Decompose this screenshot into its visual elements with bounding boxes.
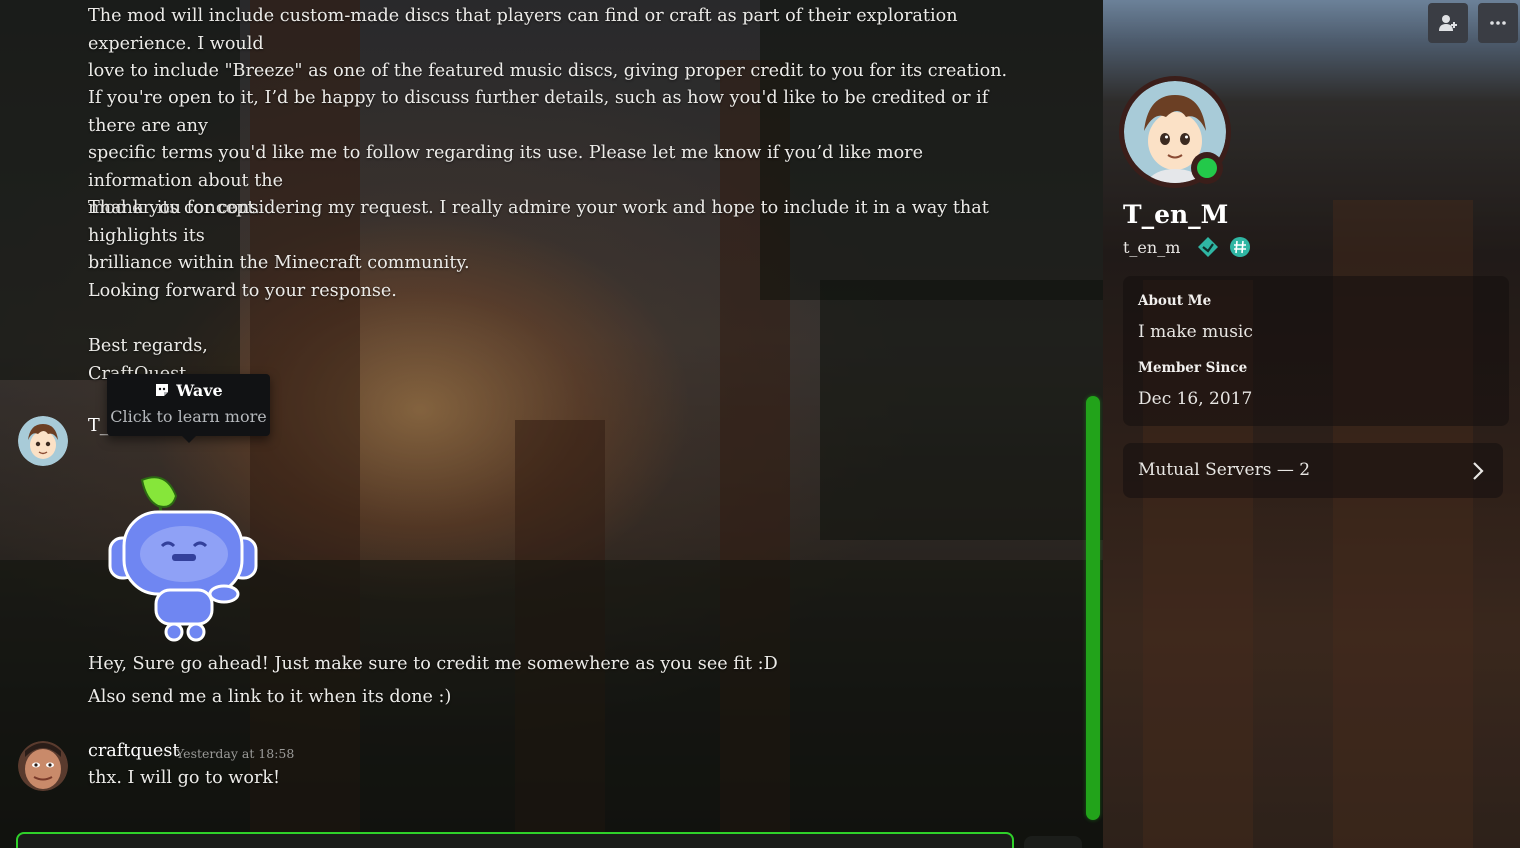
about-me-text: I make music [1138, 322, 1253, 342]
about-card: About Me I make music Member Since Dec 1… [1123, 276, 1509, 426]
chat-scrollbar[interactable] [1086, 396, 1100, 820]
more-options-icon [1490, 21, 1506, 25]
text-line: brilliance within the Minecraft communit… [88, 253, 470, 273]
text-line: Best regards, [88, 336, 208, 356]
message-paragraph: Thank you for considering my request. I … [88, 195, 1028, 278]
online-status-indicator [1197, 158, 1217, 178]
wave-sticker-icon [156, 384, 169, 396]
text-line: The mod will include custom-made discs t… [88, 6, 958, 54]
text-line: Thank you for considering my request. I … [88, 198, 989, 246]
profile-display-name: T_en_M [1123, 200, 1229, 229]
message-author[interactable]: craftquest [88, 741, 179, 761]
message-text: Also send me a link to it when its done … [88, 687, 452, 707]
add-friend-icon [1439, 15, 1457, 31]
avatar[interactable] [18, 741, 68, 791]
avatar[interactable] [18, 416, 68, 466]
profile-username-text: t_en_m [1123, 238, 1181, 257]
tooltip-title: Wave [107, 381, 270, 400]
message-input[interactable] [16, 832, 1014, 848]
chevron-right-icon[interactable] [1470, 461, 1486, 481]
message-text: Hey, Sure go ahead! Just make sure to cr… [88, 654, 778, 674]
add-friend-button[interactable] [1428, 3, 1468, 43]
chat-area: The mod will include custom-made discs t… [0, 0, 1103, 848]
message-text: thx. I will go to work! [88, 768, 281, 788]
message-paragraph: Looking forward to your response. [88, 278, 1028, 306]
text-line: Looking forward to your response. [88, 281, 397, 301]
profile-username: t_en_m [1123, 236, 1251, 258]
text-line: If you're open to it, I’d be happy to di… [88, 88, 989, 136]
mutual-servers-label: Mutual Servers — 2 [1138, 460, 1311, 480]
tooltip-subtitle: Click to learn more [110, 407, 267, 426]
text-line: love to include "Breeze" as one of the f… [88, 61, 1008, 81]
message-paragraph: The mod will include custom-made discs t… [88, 3, 1028, 86]
nitro-badge-icon[interactable] [1197, 236, 1219, 258]
message-timestamp: Yesterday at 18:58 [176, 746, 295, 761]
sticker-tooltip[interactable]: Wave Click to learn more [107, 374, 270, 443]
member-since-date: Dec 16, 2017 [1138, 389, 1253, 409]
member-since-label: Member Since [1138, 360, 1248, 376]
hash-badge-icon[interactable] [1229, 236, 1251, 258]
more-options-button[interactable] [1478, 3, 1518, 43]
tooltip-title-text: Wave [176, 381, 223, 400]
about-me-label: About Me [1138, 293, 1212, 309]
composer-side-button[interactable] [1024, 836, 1082, 848]
wave-sticker[interactable] [106, 466, 260, 644]
text-line: specific terms you'd like me to follow r… [88, 143, 923, 191]
